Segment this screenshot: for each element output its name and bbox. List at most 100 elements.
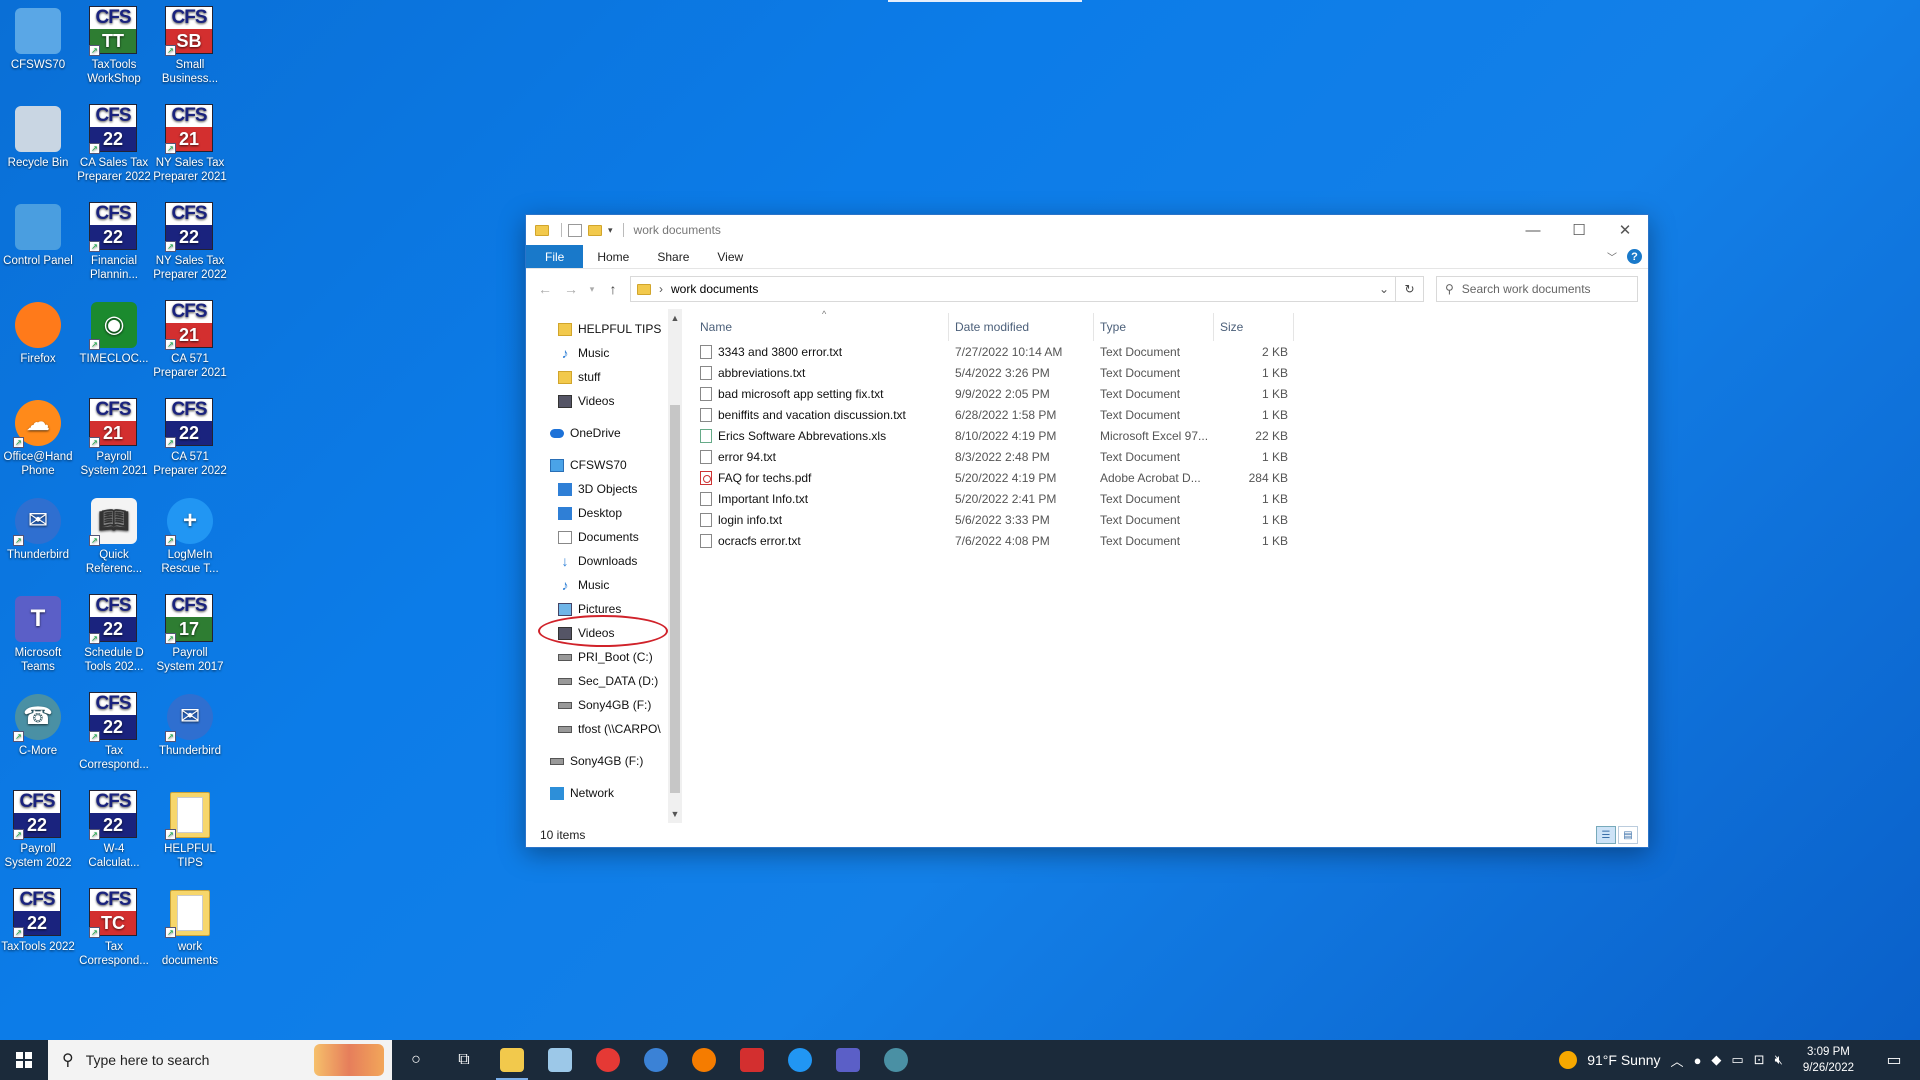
desktop-icon[interactable]: CFS 22 ↗ Financial Plannin... [76, 198, 152, 296]
nav-item-this-pc[interactable]: CFSWS70 [526, 453, 668, 477]
nav-item-network[interactable]: Network [526, 781, 668, 805]
nav-item-pc-child[interactable]: PRI_Boot (C:) [526, 645, 668, 669]
nav-item-quick-access[interactable]: Videos [526, 389, 668, 413]
new-folder-icon[interactable] [588, 224, 602, 236]
start-button[interactable] [0, 1040, 48, 1080]
file-explorer-window[interactable]: ▾ work documents — ☐ ✕ File Home Share V… [525, 214, 1649, 848]
battery-icon[interactable]: ▭ [1731, 1052, 1743, 1068]
properties-icon[interactable] [568, 223, 582, 237]
file-row[interactable]: FAQ for techs.pdf 5/20/2022 4:19 PM Adobe … [694, 467, 1648, 488]
scrollbar-thumb[interactable] [670, 405, 680, 793]
address-dropdown-chevron-icon[interactable]: ⌄ [1379, 282, 1389, 296]
desktop-icon[interactable]: CFS 21 ↗ Payroll System 2021 [76, 394, 152, 492]
weather-widget[interactable]: 91°F Sunny [1587, 1052, 1660, 1068]
forward-arrow-icon[interactable]: → [562, 281, 580, 297]
desktop-icon[interactable]: ◉ ↗ TIMECLOC... [76, 296, 152, 394]
help-icon[interactable]: ? [1627, 249, 1642, 264]
nav-item-pc-child[interactable]: tfost (\\CARPO\ [526, 717, 668, 741]
nav-item-pc-child[interactable]: Desktop [526, 501, 668, 525]
desktop-icon[interactable]: Recycle Bin [0, 100, 76, 198]
clock[interactable]: 3:09 PM 9/26/2022 [1793, 1044, 1864, 1076]
cortana-button[interactable]: ○ [392, 1040, 440, 1080]
recent-locations-chevron-icon[interactable]: ▾ [588, 284, 596, 295]
chrome-tray-icon[interactable]: ● [1694, 1053, 1702, 1068]
nav-item-quick-access[interactable]: stuff [526, 365, 668, 389]
minimize-button[interactable]: — [1510, 215, 1556, 245]
tab-home[interactable]: Home [583, 245, 643, 268]
taskbar-notepad[interactable] [536, 1040, 584, 1080]
close-button[interactable]: ✕ [1602, 215, 1648, 245]
file-row[interactable]: bad microsoft app setting fix.txt 9/9/202… [694, 383, 1648, 404]
file-row[interactable]: login info.txt 5/6/2022 3:33 PM Text Docum… [694, 509, 1648, 530]
file-row[interactable]: Important Info.txt 5/20/2022 2:41 PM Text … [694, 488, 1648, 509]
desktop-icon[interactable]: CFS 22 ↗ Payroll System 2022 [0, 786, 76, 884]
desktop-icon[interactable]: ✉ ↗ Thunderbird [0, 492, 76, 590]
notifications-icon[interactable]: ▭ [1874, 1040, 1914, 1080]
file-row[interactable]: beniffits and vacation discussion.txt 6/2… [694, 404, 1648, 425]
back-arrow-icon[interactable]: ← [536, 281, 554, 297]
volume-muted-icon[interactable]: 🔇︎ [1775, 1052, 1783, 1068]
desktop-icon[interactable]: CFS 21 ↗ CA 571 Preparer 2021 [152, 296, 228, 394]
taskbar-search-box[interactable]: ⚲ Type here to search [48, 1040, 392, 1080]
quick-access-dropdown-icon[interactable]: ▾ [608, 225, 613, 236]
navigation-pane[interactable]: HELPFUL TIPS ♪ Music stuff Videos OneDrive CFS… [526, 309, 668, 823]
up-arrow-icon[interactable]: ↑ [604, 281, 622, 297]
file-row[interactable]: ocracfs error.txt 7/6/2022 4:08 PM Text Do… [694, 530, 1648, 551]
refresh-icon[interactable]: ↻ [1396, 276, 1424, 302]
search-input[interactable]: ⚲ Search work documents [1436, 276, 1638, 302]
file-row[interactable]: Erics Software Abbrevations.xls 8/10/2022… [694, 425, 1648, 446]
desktop-icon[interactable]: ↗ HELPFUL TIPS [152, 786, 228, 884]
column-header-size[interactable]: Size [1214, 313, 1294, 341]
title-bar[interactable]: ▾ work documents — ☐ ✕ [526, 215, 1648, 245]
file-row[interactable]: abbreviations.txt 5/4/2022 3:26 PM Text Do… [694, 362, 1648, 383]
desktop-icon[interactable]: CFS 22 ↗ W-4 Calculat... [76, 786, 152, 884]
desktop-icon[interactable]: ☎ ↗ C-More [0, 688, 76, 786]
address-bar[interactable]: › work documents ⌄ [630, 276, 1396, 302]
nav-item-quick-access[interactable]: ♪ Music [526, 341, 668, 365]
desktop-icon[interactable]: + ↗ LogMeIn Rescue T... [152, 492, 228, 590]
task-view-button[interactable]: ⧉ [440, 1040, 488, 1080]
desktop-icon[interactable]: CFS 17 ↗ Payroll System 2017 [152, 590, 228, 688]
desktop-icon[interactable]: ↗ work documents [152, 884, 228, 982]
nav-scrollbar[interactable]: ▲ ▼ [668, 309, 682, 823]
desktop-icon[interactable]: CFS 22 ↗ Tax Correspond... [76, 688, 152, 786]
details-view-icon[interactable]: ☰ [1596, 826, 1616, 844]
network-icon[interactable]: ⊡ [1754, 1052, 1765, 1068]
nav-item-pc-child[interactable]: ↓ Downloads [526, 549, 668, 573]
file-list[interactable]: ^ Name Date modified Type Size 3343 and … [682, 309, 1648, 823]
desktop-icon[interactable]: CFS 22 ↗ NY Sales Tax Preparer 2022 [152, 198, 228, 296]
desktop-icon[interactable]: ✉ ↗ Thunderbird [152, 688, 228, 786]
nav-item-quick-access[interactable]: HELPFUL TIPS [526, 317, 668, 341]
taskbar-acrobat[interactable] [728, 1040, 776, 1080]
expand-ribbon-chevron-icon[interactable]: ﹀ [1607, 249, 1617, 264]
nav-item-pc-child[interactable]: ♪ Music [526, 573, 668, 597]
desktop-icon[interactable]: CFS 22 ↗ CA Sales Tax Preparer 2022 [76, 100, 152, 198]
show-hidden-icons-chevron-icon[interactable]: ︿ [1671, 1051, 1684, 1070]
file-row[interactable]: 3343 and 3800 error.txt 7/27/2022 10:14 A… [694, 341, 1648, 362]
desktop-icon[interactable]: CFS 21 ↗ NY Sales Tax Preparer 2021 [152, 100, 228, 198]
desktop-icon[interactable]: Control Panel [0, 198, 76, 296]
desktop-icon[interactable]: T Microsoft Teams [0, 590, 76, 688]
column-header-date[interactable]: Date modified [949, 313, 1094, 341]
taskbar-logmein[interactable] [776, 1040, 824, 1080]
teams-tray-icon[interactable]: ◆ [1711, 1052, 1721, 1068]
taskbar-chrome[interactable] [584, 1040, 632, 1080]
nav-item-onedrive[interactable]: OneDrive [526, 421, 668, 445]
desktop-icon[interactable]: CFSWS70 [0, 2, 76, 100]
maximize-button[interactable]: ☐ [1556, 215, 1602, 245]
desktop-icon[interactable]: Firefox [0, 296, 76, 394]
desktop-icon[interactable]: ☁ ↗ Office@Hand Phone [0, 394, 76, 492]
column-header-type[interactable]: Type [1094, 313, 1214, 341]
scroll-up-arrow-icon[interactable]: ▲ [668, 313, 682, 323]
tab-file[interactable]: File [526, 245, 584, 268]
nav-item-pc-child[interactable]: 3D Objects [526, 477, 668, 501]
scroll-down-arrow-icon[interactable]: ▼ [668, 809, 682, 819]
nav-item-pc-child[interactable]: Sony4GB (F:) [526, 693, 668, 717]
tab-view[interactable]: View [703, 245, 757, 268]
nav-item-usb-drive[interactable]: Sony4GB (F:) [526, 749, 668, 773]
desktop-icon[interactable]: CFS SB ↗ Small Business... [152, 2, 228, 100]
desktop-icon[interactable]: CFS TC ↗ Tax Correspond... [76, 884, 152, 982]
breadcrumb-item[interactable]: work documents [671, 282, 758, 296]
desktop-icon[interactable]: CFS 22 ↗ TaxTools 2022 [0, 884, 76, 982]
tab-share[interactable]: Share [643, 245, 703, 268]
